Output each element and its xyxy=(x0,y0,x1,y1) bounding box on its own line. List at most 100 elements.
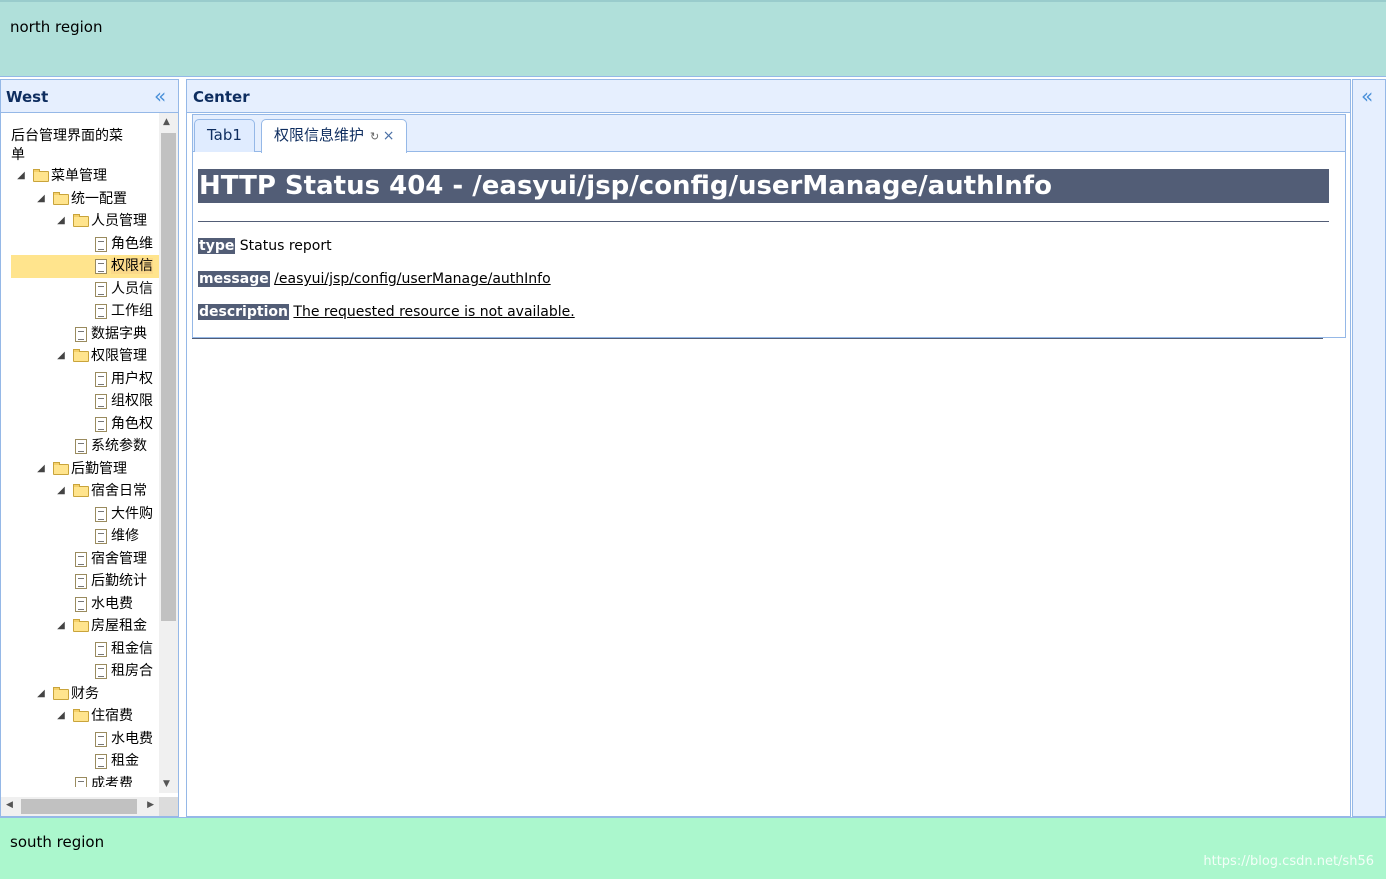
file-icon xyxy=(71,548,91,570)
scrollbar-corner xyxy=(159,797,178,816)
tree-node[interactable]: ◢ 住宿费 xyxy=(11,705,159,728)
tree-node[interactable]: 水电费 xyxy=(11,593,159,616)
expand-toggle-icon[interactable]: ◢ xyxy=(51,345,71,367)
error-type-line: type Status report xyxy=(198,237,1329,255)
tree-node-label: 成考费 xyxy=(91,775,133,788)
east-panel-collapsed[interactable]: « xyxy=(1352,79,1386,817)
message-value: /easyui/jsp/config/userManage/authInfo xyxy=(274,271,551,287)
expand-toggle-icon[interactable]: ◢ xyxy=(51,210,71,232)
tree-node-label: 后勤统计 xyxy=(91,573,147,589)
tab-tab1[interactable]: Tab1 xyxy=(194,119,255,152)
tree-node[interactable]: 宿舍管理 xyxy=(11,548,159,571)
file-icon xyxy=(71,570,91,592)
tree-node[interactable]: 组权限 xyxy=(11,390,159,413)
expand-toggle-icon[interactable]: ◢ xyxy=(31,458,51,480)
file-icon xyxy=(91,300,111,322)
tree-node[interactable]: 工作组 xyxy=(11,300,159,323)
file-icon xyxy=(91,638,111,660)
tree-vertical-scrollbar[interactable]: ▲ ▼ xyxy=(159,113,178,793)
file-icon xyxy=(71,435,91,457)
message-label: message xyxy=(198,271,270,287)
tree-node-label: 宿舍管理 xyxy=(91,550,147,567)
file-icon xyxy=(91,368,111,390)
folder-open-icon xyxy=(71,705,91,727)
tree-node[interactable]: 角色权 xyxy=(11,413,159,436)
tree-node[interactable]: 成考费 xyxy=(11,773,159,788)
tree-node[interactable]: ◢ 统一配置 xyxy=(11,188,159,211)
tree-node[interactable]: 租房合 xyxy=(11,660,159,683)
tree-node[interactable]: ◢ 菜单管理 xyxy=(11,165,159,188)
scroll-thumb[interactable] xyxy=(21,799,137,814)
tree-horizontal-scrollbar[interactable]: ◀ ▶ xyxy=(1,797,159,816)
tree-node[interactable]: 租金 xyxy=(11,750,159,773)
tree-node-label: 工作组 xyxy=(111,303,153,319)
file-icon xyxy=(91,728,111,750)
tree-node[interactable]: 后勤统计 xyxy=(11,570,159,593)
south-region-label: south region xyxy=(10,833,105,851)
west-panel-body: 后台管理界面的菜单 ◢ 菜单管理 ◢ 统一配置 ◢ 人员管理 角色维 权限信 人员信 工作组 数据字… xyxy=(1,113,178,816)
tree-node[interactable]: 租金信 xyxy=(11,638,159,661)
expand-toggle-icon[interactable]: ◢ xyxy=(51,705,71,727)
file-icon xyxy=(91,413,111,435)
type-label: type xyxy=(198,238,236,254)
file-icon xyxy=(91,660,111,682)
folder-open-icon xyxy=(71,345,91,367)
scroll-right-icon[interactable]: ▶ xyxy=(147,800,154,810)
tree-node-label: 人员管理 xyxy=(91,213,147,229)
error-description-line: description The requested resource is no… xyxy=(198,303,1329,321)
tree-node-label: 菜单管理 xyxy=(51,168,107,184)
center-panel: Center Tab1 权限信息维护 ↻ × HTTP Status 404 - … xyxy=(186,79,1351,817)
description-value: The requested resource is not available. xyxy=(293,304,575,320)
folder-open-icon xyxy=(71,615,91,637)
tree-node[interactable]: 水电费 xyxy=(11,728,159,751)
close-icon[interactable]: × xyxy=(383,128,395,144)
tree-node-label: 住宿费 xyxy=(91,708,133,724)
tree-node-label: 房屋租金 xyxy=(91,618,147,634)
tree-node-label: 权限信 xyxy=(111,258,153,274)
scroll-down-icon[interactable]: ▼ xyxy=(163,779,170,789)
expand-toggle-icon[interactable]: ◢ xyxy=(11,165,31,187)
tree-node[interactable]: 系统参数 xyxy=(11,435,159,458)
tree-node-label: 宿舍日常 xyxy=(91,483,147,499)
tree-node[interactable]: 维修 xyxy=(11,525,159,548)
tree-node[interactable]: ◢ 宿舍日常 xyxy=(11,480,159,503)
tree-node-label: 租金 xyxy=(111,753,139,769)
divider xyxy=(192,338,1323,339)
tree-node[interactable]: 大件购 xyxy=(11,503,159,526)
tree-node-label: 角色权 xyxy=(111,415,153,432)
tabs-container: Tab1 权限信息维护 ↻ × HTTP Status 404 - /easyui… xyxy=(192,114,1346,338)
tree-node-label: 水电费 xyxy=(91,595,133,612)
tree-node-label: 角色维 xyxy=(111,235,153,252)
file-icon xyxy=(91,750,111,772)
tab-auth-info[interactable]: 权限信息维护 ↻ × xyxy=(261,119,408,153)
expand-toggle-icon[interactable]: ◢ xyxy=(51,615,71,637)
scroll-left-icon[interactable]: ◀ xyxy=(6,800,13,810)
tab-label: Tab1 xyxy=(207,126,242,144)
tree-node[interactable]: ◢ 权限管理 xyxy=(11,345,159,368)
file-icon xyxy=(91,233,111,255)
tree-node[interactable]: 角色维 xyxy=(11,233,159,256)
tree-node-label: 人员信 xyxy=(111,280,153,297)
tree-node-label: 财务 xyxy=(71,685,99,702)
tree-node-label: 统一配置 xyxy=(71,190,127,207)
scroll-thumb[interactable] xyxy=(161,133,176,621)
tree-node[interactable]: 用户权 xyxy=(11,368,159,391)
tree-node[interactable]: 人员信 xyxy=(11,278,159,301)
expand-toggle-icon[interactable]: ◢ xyxy=(51,480,71,502)
east-expand-icon[interactable]: « xyxy=(1361,86,1373,106)
tree-node[interactable]: ◢ 人员管理 xyxy=(11,210,159,233)
refresh-icon[interactable]: ↻ xyxy=(370,130,379,143)
expand-toggle-icon[interactable]: ◢ xyxy=(31,683,51,705)
menu-tree: 后台管理界面的菜单 ◢ 菜单管理 ◢ 统一配置 ◢ 人员管理 角色维 权限信 人员信 工作组 数据字… xyxy=(11,127,159,787)
expand-toggle-icon[interactable]: ◢ xyxy=(31,188,51,210)
folder-open-icon xyxy=(51,458,71,480)
tree-node[interactable]: ◢ 财务 xyxy=(11,683,159,706)
tree-node[interactable]: 权限信 xyxy=(11,255,159,278)
tree-node[interactable]: ◢ 房屋租金 xyxy=(11,615,159,638)
west-collapse-icon[interactable]: « xyxy=(154,86,166,106)
tree-node[interactable]: 数据字典 xyxy=(11,323,159,346)
description-label: description xyxy=(198,304,289,320)
scroll-up-icon[interactable]: ▲ xyxy=(163,117,170,127)
type-value: Status report xyxy=(239,238,332,254)
tree-node[interactable]: ◢ 后勤管理 xyxy=(11,458,159,481)
